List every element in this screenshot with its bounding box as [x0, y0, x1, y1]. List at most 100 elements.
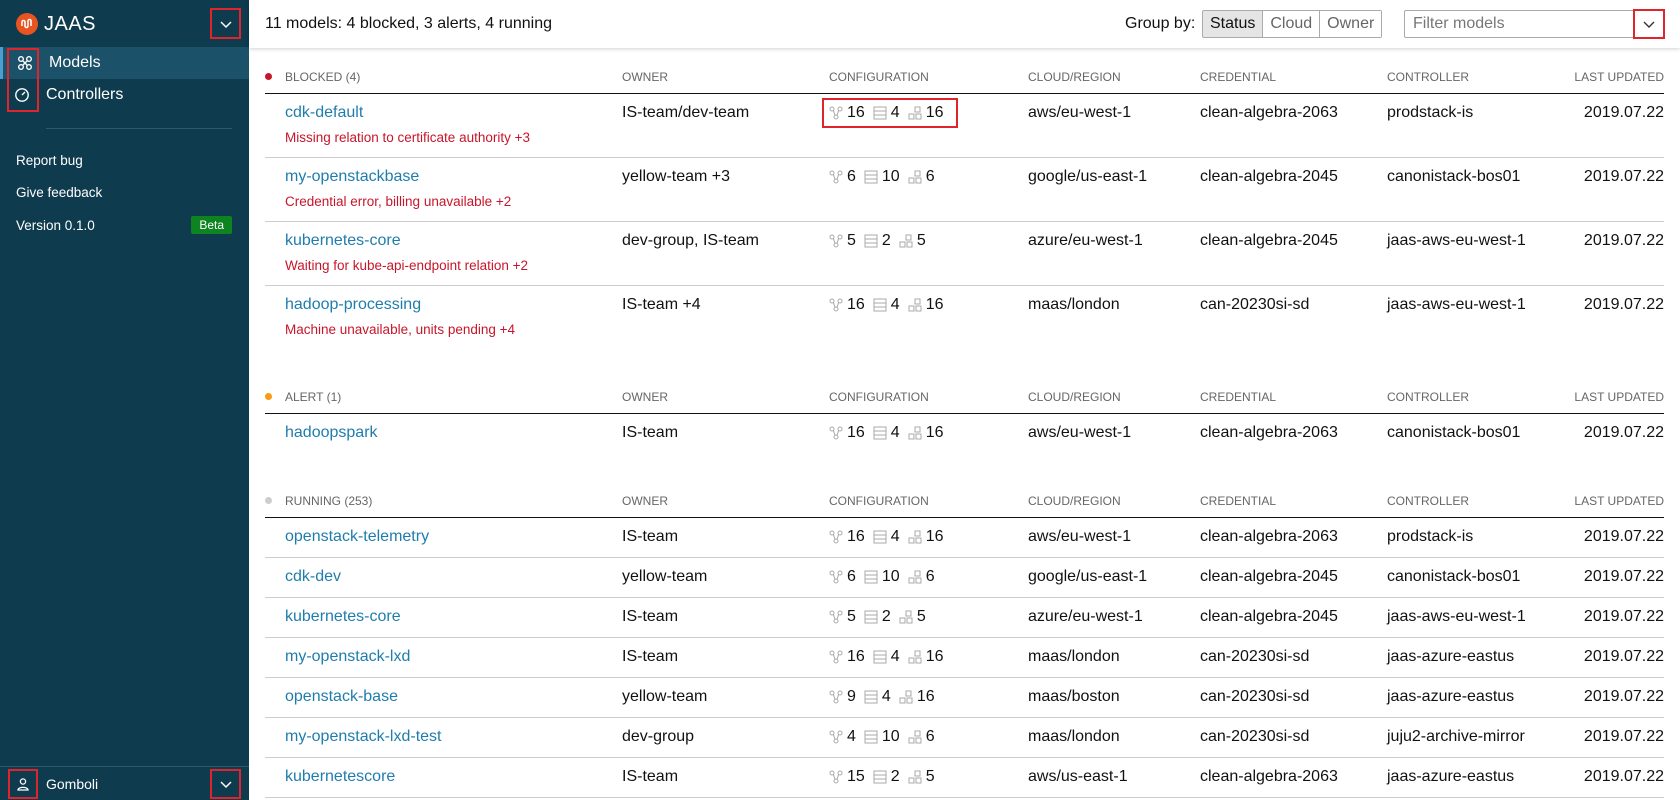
- model-name-link[interactable]: my-openstackbase: [285, 168, 419, 186]
- units-value: 10: [881, 568, 900, 585]
- units-value: 2: [881, 232, 891, 249]
- model-cloud-region: maas/london: [1028, 296, 1120, 313]
- model-name-link[interactable]: my-openstack-lxd-test: [285, 728, 442, 746]
- model-credential: clean-algebra-2045: [1200, 232, 1338, 249]
- model-owner: IS-team: [622, 648, 679, 665]
- model-name-link[interactable]: my-openstack-lxd: [285, 648, 410, 666]
- beta-badge: Beta: [191, 216, 232, 234]
- model-cloud-region: aws/eu-west-1: [1028, 104, 1132, 121]
- user-icon[interactable]: [8, 769, 38, 799]
- applications-count: 5: [829, 608, 856, 626]
- model-cloud-region: maas/london: [1028, 648, 1120, 665]
- filter-dropdown-button[interactable]: [1633, 9, 1665, 39]
- model-name-link[interactable]: kubernetes-core: [285, 232, 401, 250]
- give-feedback-link[interactable]: Give feedback: [16, 184, 102, 216]
- model-last-updated: 2019.07.22: [1583, 296, 1664, 313]
- jaas-logo-icon: [16, 13, 38, 35]
- model-credential: can-20230si-sd: [1200, 296, 1310, 313]
- model-controller: jaas-azure-eastus: [1387, 688, 1515, 705]
- model-credential: clean-algebra-2063: [1200, 768, 1338, 785]
- applications-count: 6: [829, 168, 856, 186]
- model-controller: jaas-aws-eu-west-1: [1387, 232, 1526, 249]
- column-controller: CONTROLLER: [1387, 70, 1470, 84]
- model-credential: clean-algebra-2045: [1200, 168, 1338, 185]
- group-by-owner-button[interactable]: Owner: [1319, 11, 1382, 37]
- applications-icon: [829, 530, 843, 544]
- column-last-updated: LAST UPDATED: [1574, 390, 1664, 404]
- applications-value: 5: [847, 608, 856, 625]
- machines-count: 16: [899, 688, 935, 706]
- machines-value: 5: [916, 608, 926, 625]
- machines-icon: [908, 426, 922, 440]
- model-credential: clean-algebra-2063: [1200, 104, 1338, 121]
- model-name-link[interactable]: cdk-dev: [285, 568, 341, 586]
- group-by-status-button[interactable]: Status: [1203, 11, 1263, 37]
- model-cloud-region: maas/london: [1028, 728, 1120, 745]
- units-count: 2: [864, 232, 891, 250]
- model-name-link[interactable]: kubernetescore: [285, 768, 395, 786]
- model-cloud-region: maas/boston: [1028, 688, 1120, 705]
- primary-nav: Models Controllers: [0, 47, 249, 111]
- filter-models-input[interactable]: [1405, 12, 1625, 36]
- applications-count: 4: [829, 728, 856, 746]
- units-icon: [864, 610, 878, 624]
- machines-value: 16: [916, 688, 935, 705]
- nav-item-controllers[interactable]: Controllers: [0, 79, 249, 111]
- machines-value: 6: [925, 728, 935, 745]
- column-controller: CONTROLLER: [1387, 494, 1470, 508]
- controllers-icon: [12, 85, 32, 105]
- model-cloud-region: azure/eu-west-1: [1028, 232, 1143, 249]
- models-icon: [15, 53, 35, 73]
- model-controller: prodstack-is: [1387, 528, 1474, 545]
- model-configuration: 16 4 16: [829, 296, 952, 314]
- group-by-cloud-button[interactable]: Cloud: [1262, 11, 1320, 37]
- model-name-link[interactable]: cdk-default: [285, 104, 363, 122]
- model-status-message: Machine unavailable, units pending +4: [285, 322, 516, 337]
- model-configuration: 15 2 5: [829, 768, 943, 786]
- model-status-message: Missing relation to certificate authorit…: [285, 130, 530, 145]
- sidebar-links: Report bug Give feedback: [16, 152, 102, 216]
- user-menu-toggle-button[interactable]: [210, 769, 241, 799]
- applications-icon: [829, 234, 843, 248]
- brand-menu-toggle-button[interactable]: [210, 8, 241, 39]
- model-owner: IS-team +4: [622, 296, 701, 313]
- units-value: 10: [881, 168, 900, 185]
- model-last-updated: 2019.07.22: [1583, 688, 1664, 705]
- column-owner: OWNER: [622, 390, 668, 404]
- model-name-link[interactable]: hadoop-processing: [285, 296, 421, 314]
- nav-item-models[interactable]: Models: [0, 47, 249, 79]
- units-icon: [873, 426, 887, 440]
- applications-count: 16: [829, 528, 865, 546]
- model-last-updated: 2019.07.22: [1583, 104, 1664, 121]
- group-header: ALERT (1) OWNER CONFIGURATION CLOUD/REGION C…: [265, 374, 1664, 414]
- units-value: 4: [890, 424, 900, 441]
- machines-icon: [899, 690, 913, 704]
- table-row: hadoop-processing Machine unavailable, un…: [265, 286, 1664, 350]
- model-configuration: 6 10 6: [829, 168, 943, 186]
- applications-count: 16: [829, 296, 865, 314]
- user-bar: Gomboli: [0, 766, 249, 800]
- model-owner: dev-group: [622, 728, 695, 745]
- model-configuration: 16 4 16: [829, 648, 952, 666]
- model-cloud-region: aws/eu-west-1: [1028, 424, 1132, 441]
- machines-icon: [899, 610, 913, 624]
- model-owner: IS-team: [622, 608, 679, 625]
- report-bug-link[interactable]: Report bug: [16, 152, 102, 184]
- machines-value: 5: [916, 232, 926, 249]
- model-name-link[interactable]: openstack-telemetry: [285, 528, 429, 546]
- model-name-link[interactable]: openstack-base: [285, 688, 398, 706]
- model-status-message: Credential error, billing unavailable +2: [285, 194, 512, 209]
- model-cloud-region: google/us-east-1: [1028, 568, 1148, 585]
- brand[interactable]: JAAS: [16, 12, 96, 36]
- machines-count: 16: [908, 528, 944, 546]
- column-owner: OWNER: [622, 494, 668, 508]
- version-row: Version 0.1.0 Beta: [16, 216, 232, 234]
- model-configuration: 9 4 16: [829, 688, 943, 706]
- column-configuration: CONFIGURATION: [829, 70, 929, 84]
- model-name-link[interactable]: kubernetes-core: [285, 608, 401, 626]
- applications-count: 16: [829, 424, 865, 442]
- machines-icon: [908, 570, 922, 584]
- model-controller: jaas-aws-eu-west-1: [1387, 296, 1526, 313]
- model-name-link[interactable]: hadoopspark: [285, 424, 378, 442]
- machines-count: 5: [908, 768, 935, 786]
